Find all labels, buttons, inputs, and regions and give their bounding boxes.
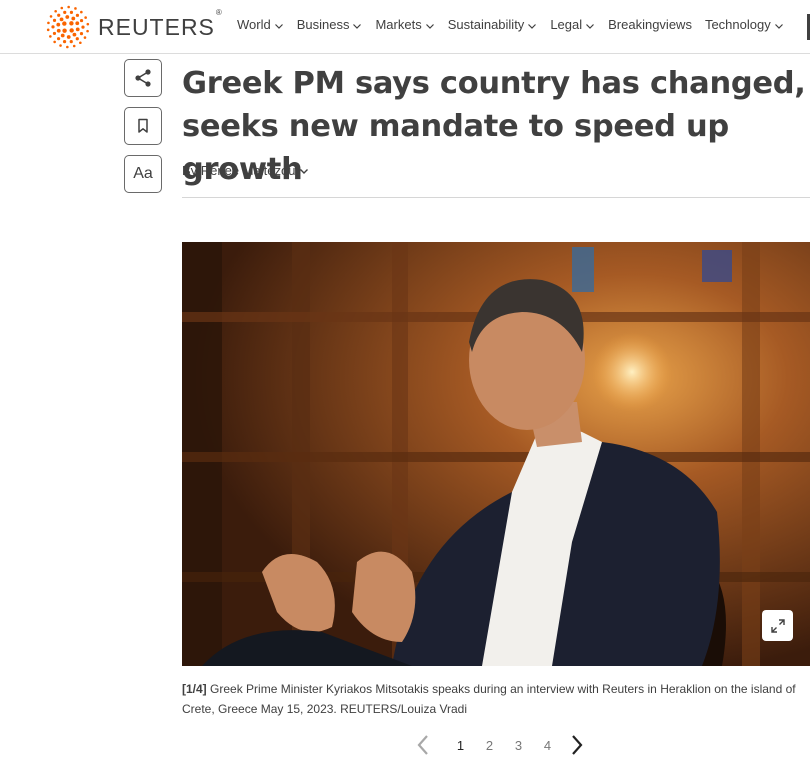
nav-item-business[interactable]: Business bbox=[297, 17, 363, 32]
nav-label: Business bbox=[296, 17, 350, 32]
share-icon bbox=[135, 69, 151, 87]
nav-item-breakingviews[interactable]: Breakingviews bbox=[608, 17, 692, 32]
byline-text: By Renee Maltezou bbox=[182, 163, 296, 178]
reuters-logo-mark bbox=[46, 5, 90, 49]
chevron-down-icon bbox=[774, 23, 783, 29]
interview-photo bbox=[182, 242, 810, 666]
article-actions: Aa bbox=[124, 59, 162, 203]
page-1[interactable]: 1 bbox=[446, 738, 475, 753]
next-image-button[interactable] bbox=[568, 733, 586, 757]
chevron-down-icon bbox=[300, 168, 309, 174]
expand-image-button[interactable] bbox=[762, 610, 793, 641]
nav-item-technology[interactable]: Technology bbox=[705, 17, 784, 32]
caption-text: Greek Prime Minister Kyriakos Mitsotakis… bbox=[182, 682, 796, 716]
page-3[interactable]: 3 bbox=[504, 738, 533, 753]
text-size-label: Aa bbox=[133, 165, 153, 182]
chevron-down-icon bbox=[425, 23, 434, 29]
page-4[interactable]: 4 bbox=[533, 738, 562, 753]
chevron-down-icon bbox=[586, 23, 595, 29]
brand-name: REUTERS® bbox=[98, 7, 223, 40]
chevron-down-icon bbox=[353, 23, 362, 29]
gallery-counter: [1/4] bbox=[182, 682, 207, 696]
nav-item-world[interactable]: World bbox=[237, 17, 284, 32]
nav-label: Markets bbox=[375, 17, 422, 32]
page-2[interactable]: 2 bbox=[475, 738, 504, 753]
byline[interactable]: By Renee Maltezou bbox=[182, 163, 309, 178]
header-divider bbox=[182, 197, 810, 198]
reuters-logo[interactable]: REUTERS® bbox=[45, 4, 223, 50]
nav-label: Sustainability bbox=[447, 17, 525, 32]
chevron-right-icon bbox=[572, 735, 583, 755]
text-size-button[interactable]: Aa bbox=[124, 155, 162, 193]
gallery-pagination: 1 2 3 4 bbox=[414, 733, 586, 757]
chevron-left-icon bbox=[417, 735, 428, 755]
site-header: REUTERS® World Business Markets Sustaina… bbox=[0, 0, 810, 54]
share-button[interactable] bbox=[124, 59, 162, 97]
bookmark-button[interactable] bbox=[124, 107, 162, 145]
expand-icon bbox=[770, 618, 785, 633]
chevron-down-icon bbox=[274, 23, 283, 29]
previous-image-button[interactable] bbox=[414, 733, 432, 757]
nav-label: World bbox=[237, 17, 271, 32]
gallery-image[interactable] bbox=[182, 242, 810, 666]
nav-item-markets[interactable]: Markets bbox=[375, 17, 434, 32]
nav-label: Legal bbox=[550, 17, 583, 32]
nav-label: Technology bbox=[704, 17, 771, 32]
chevron-down-icon bbox=[528, 23, 537, 29]
nav-label: Breakingviews bbox=[608, 17, 692, 32]
nav-item-legal[interactable]: Legal bbox=[550, 17, 595, 32]
image-caption: [1/4] Greek Prime Minister Kyriakos Mits… bbox=[182, 679, 810, 719]
bookmark-icon bbox=[138, 118, 148, 133]
nav-item-sustainability[interactable]: Sustainability bbox=[448, 17, 538, 32]
main-nav: World Business Markets Sustainability Le… bbox=[237, 17, 797, 32]
